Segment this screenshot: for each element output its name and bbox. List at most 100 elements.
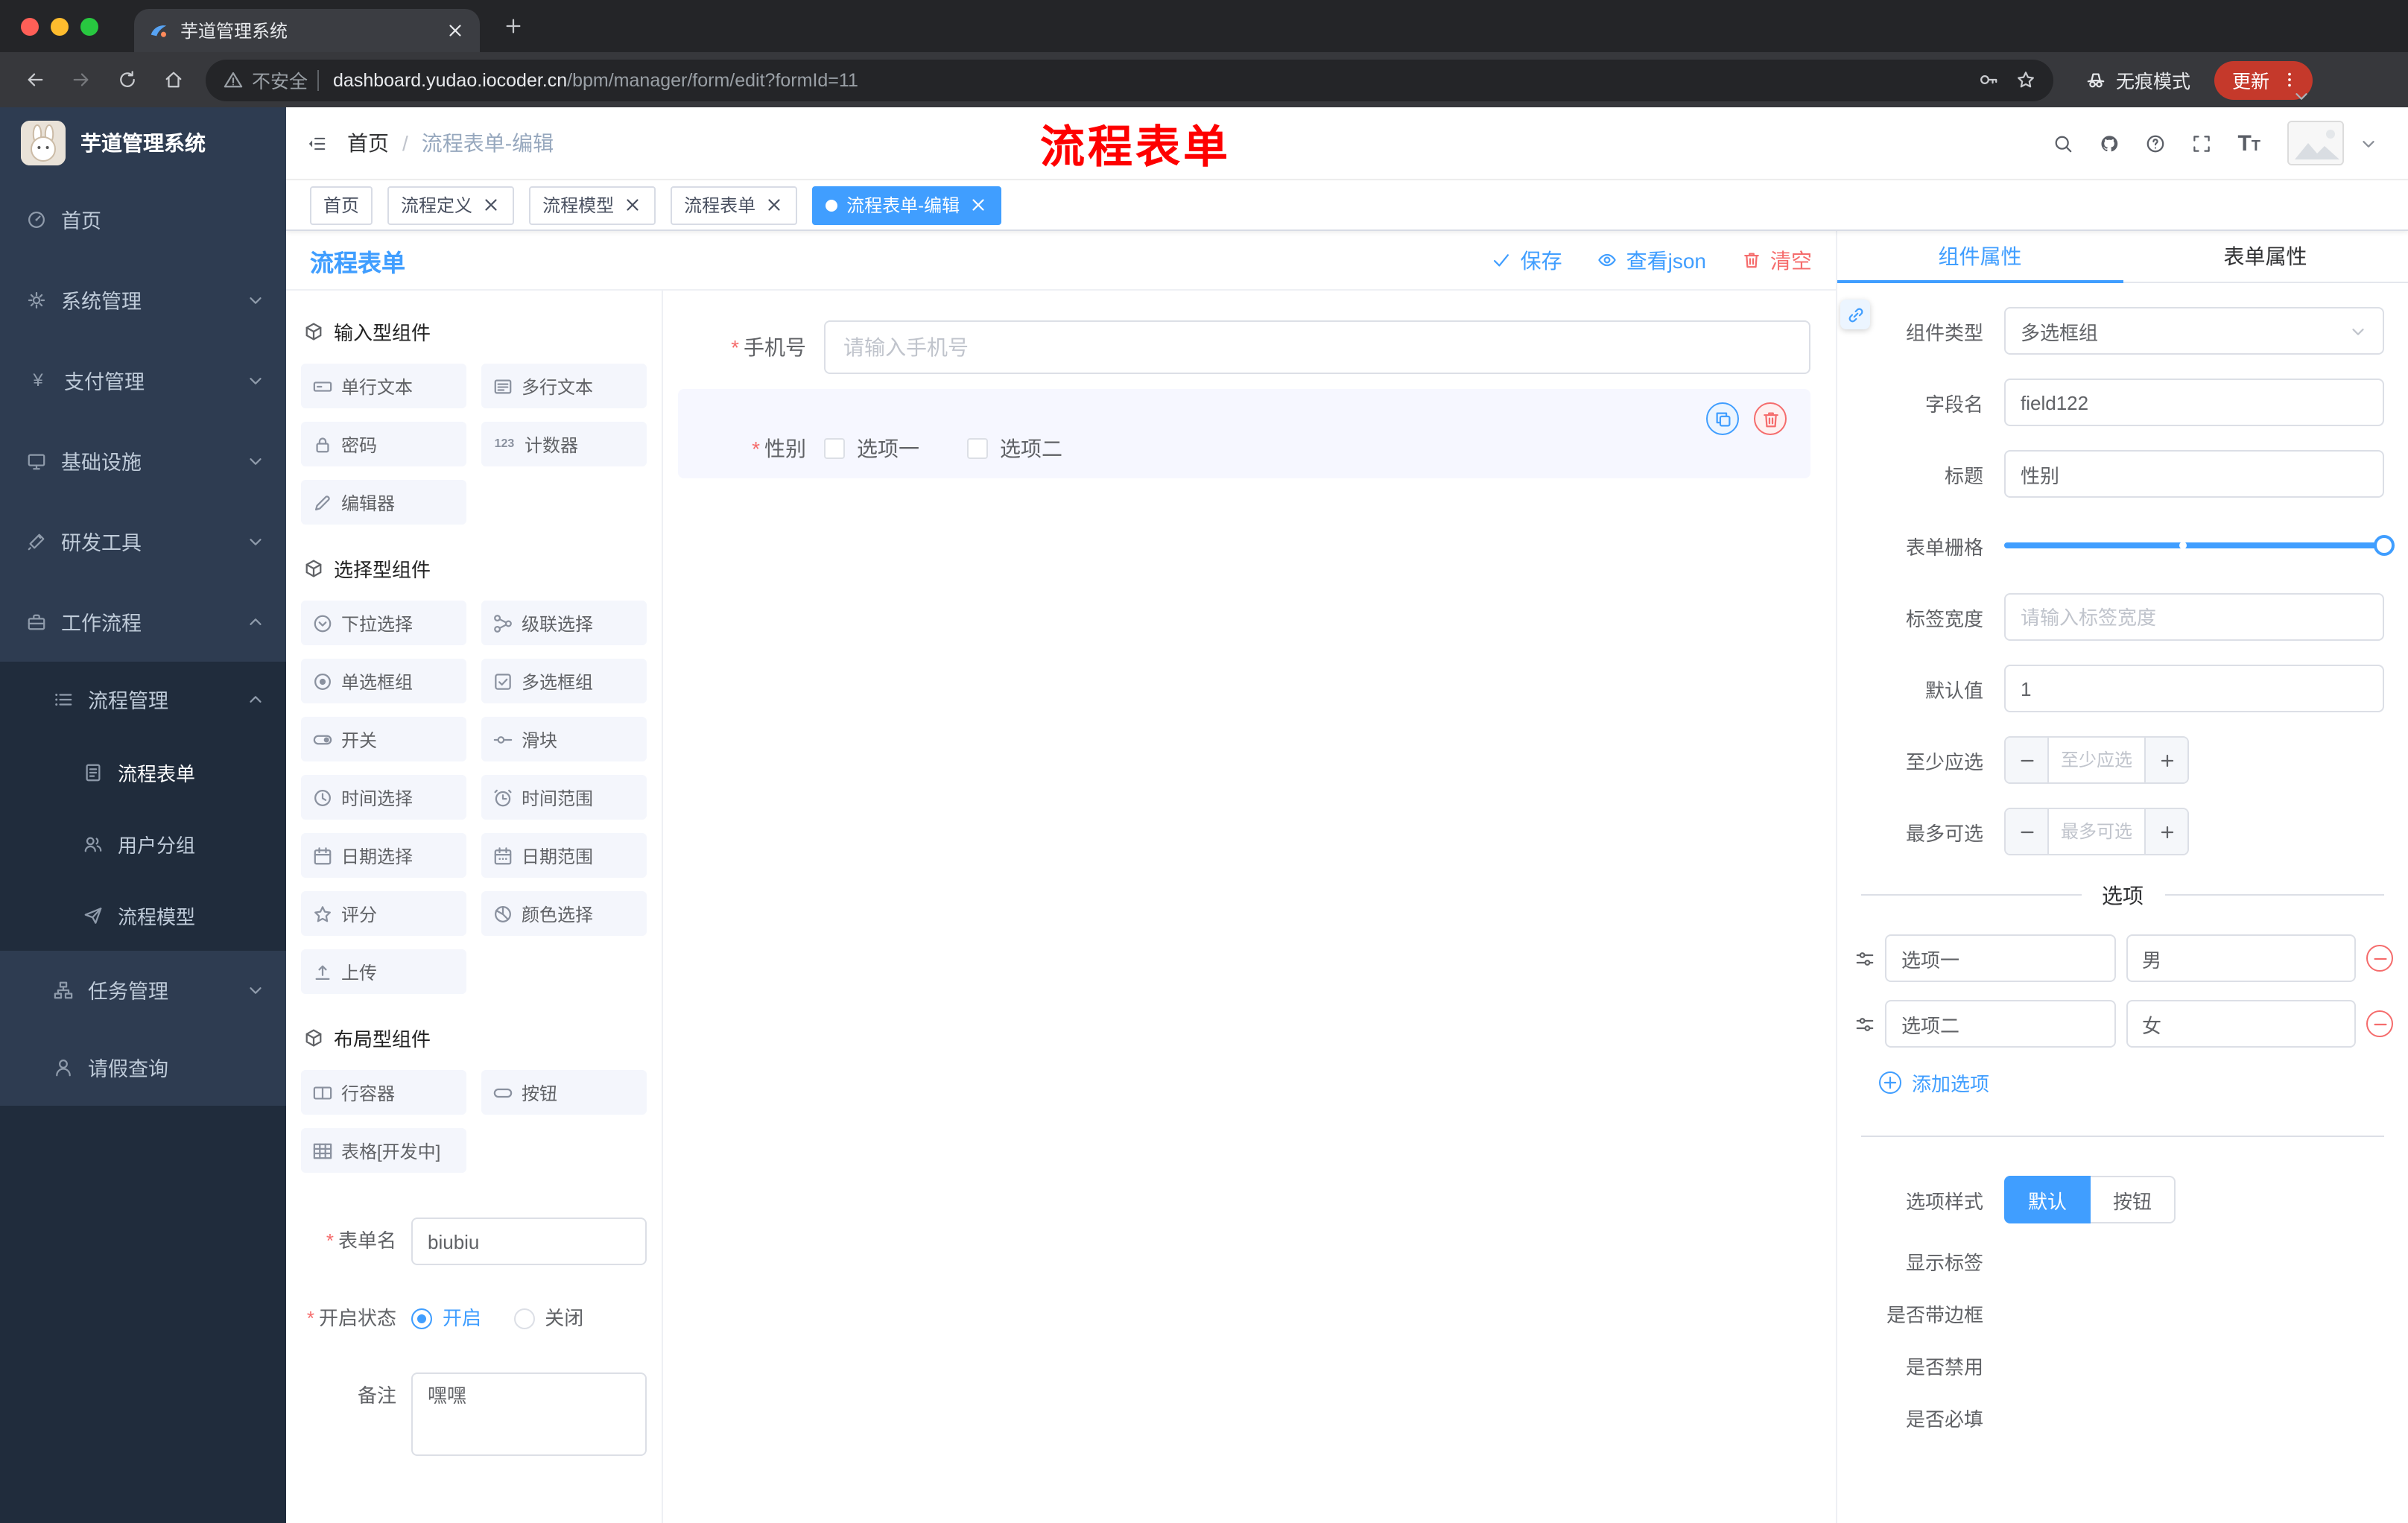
component-rate[interactable]: 评分: [301, 891, 466, 936]
sidebar-item-workflow[interactable]: 工作流程: [0, 581, 286, 662]
sidebar-item-process-form[interactable]: 流程表单: [0, 736, 286, 808]
forward-button[interactable]: [61, 60, 101, 100]
reload-button[interactable]: [107, 60, 148, 100]
component-row-container[interactable]: 行容器: [301, 1070, 466, 1115]
tag-close-icon[interactable]: [764, 195, 784, 215]
slider-track[interactable]: [2004, 535, 2395, 556]
decrease-button[interactable]: [2006, 809, 2049, 854]
component-date-picker[interactable]: 日期选择: [301, 833, 466, 878]
max-select-input[interactable]: [2049, 809, 2144, 854]
component-button[interactable]: 按钮: [481, 1070, 647, 1115]
increase-button[interactable]: [2144, 809, 2187, 854]
tag-home[interactable]: 首页: [310, 186, 373, 224]
window-zoom-button[interactable]: [80, 17, 98, 35]
tag-close-icon[interactable]: [623, 195, 642, 215]
component-table[interactable]: 表格[开发中]: [301, 1128, 466, 1173]
fullscreen-icon[interactable]: [2191, 133, 2211, 153]
window-close-button[interactable]: [21, 17, 39, 35]
address-bar[interactable]: 不安全 dashboard.yudao.iocoder.cn /bpm/mana…: [206, 59, 2053, 101]
status-radio-on[interactable]: 开启: [411, 1295, 481, 1343]
checkbox-box[interactable]: [967, 438, 988, 459]
copy-field-button[interactable]: [1706, 402, 1739, 435]
option-2-name-input[interactable]: [1885, 1000, 2115, 1048]
option-1-name-input[interactable]: [1885, 934, 2115, 982]
min-select-input[interactable]: [2049, 738, 2144, 782]
remove-option-button[interactable]: [2366, 1010, 2393, 1037]
tag-process-definition[interactable]: 流程定义: [387, 186, 515, 224]
search-icon[interactable]: [2053, 133, 2072, 153]
canvas-field-gender-selected[interactable]: 性别 选项一 选项二: [678, 389, 1810, 478]
component-type-select[interactable]: 多选框组: [2004, 307, 2384, 355]
sidebar-fold-icon[interactable]: [307, 133, 326, 153]
sidebar-item-user-group[interactable]: 用户分组: [0, 808, 286, 879]
new-tab-button[interactable]: [504, 16, 523, 36]
sidebar-item-home[interactable]: 首页: [0, 179, 286, 259]
slider-handle[interactable]: [2374, 535, 2395, 556]
save-button[interactable]: 保存: [1492, 245, 1562, 275]
gender-option-1-checkbox[interactable]: 选项一: [824, 434, 919, 463]
sidebar-item-payment[interactable]: ¥ 支付管理: [0, 340, 286, 420]
breadcrumb-home[interactable]: 首页: [347, 128, 389, 158]
component-radio-group[interactable]: 单选框组: [301, 659, 466, 703]
github-icon[interactable]: [2099, 133, 2118, 153]
sidebar-logo[interactable]: 芋道管理系统: [0, 107, 286, 179]
component-multi-line-text[interactable]: 多行文本: [481, 364, 647, 408]
decrease-button[interactable]: [2006, 738, 2049, 782]
component-date-range[interactable]: 日期范围: [481, 833, 647, 878]
title-input[interactable]: [2004, 450, 2384, 498]
tab-component-properties[interactable]: 组件属性: [1837, 231, 2123, 283]
component-time-range[interactable]: 时间范围: [481, 775, 647, 820]
tag-process-form[interactable]: 流程表单: [671, 186, 798, 224]
back-button[interactable]: [15, 60, 55, 100]
form-remark-textarea[interactable]: 嘿嘿: [411, 1372, 647, 1456]
style-button-button[interactable]: 按钮: [2091, 1176, 2176, 1223]
window-minimize-button[interactable]: [51, 17, 69, 35]
label-width-input[interactable]: [2004, 593, 2384, 641]
form-grid-slider[interactable]: [2004, 522, 2395, 569]
sidebar-item-task-management[interactable]: 任务管理: [0, 951, 286, 1028]
component-switch[interactable]: 开关: [301, 717, 466, 762]
component-time-picker[interactable]: 时间选择: [301, 775, 466, 820]
form-canvas[interactable]: 手机号 性别 选项一 选项二: [663, 291, 1836, 1523]
add-option-button[interactable]: 添加选项: [1879, 1068, 2384, 1097]
clear-button[interactable]: 清空: [1742, 245, 1812, 275]
increase-button[interactable]: [2144, 738, 2187, 782]
component-cascader[interactable]: 级联选择: [481, 601, 647, 645]
sidebar-item-leave-query[interactable]: 请假查询: [0, 1028, 286, 1106]
component-upload[interactable]: 上传: [301, 949, 466, 994]
sidebar-item-infrastructure[interactable]: 基础设施: [0, 420, 286, 501]
sidebar-item-system[interactable]: 系统管理: [0, 259, 286, 340]
font-size-icon[interactable]: TT: [2237, 132, 2260, 154]
tag-close-icon[interactable]: [481, 195, 501, 215]
field-name-input[interactable]: [2004, 379, 2384, 426]
avatar[interactable]: [2287, 121, 2344, 165]
link-icon[interactable]: [1840, 300, 1870, 329]
sidebar-item-devtools[interactable]: 研发工具: [0, 501, 286, 581]
phone-field-input[interactable]: [824, 320, 1810, 374]
component-editor[interactable]: 编辑器: [301, 480, 466, 525]
help-icon[interactable]: [2145, 133, 2164, 153]
component-single-line-text[interactable]: 单行文本: [301, 364, 466, 408]
tab-form-properties[interactable]: 表单属性: [2123, 231, 2408, 282]
tab-close-icon[interactable]: [446, 21, 465, 40]
option-1-value-input[interactable]: [2126, 934, 2356, 982]
gender-option-2-checkbox[interactable]: 选项二: [967, 434, 1062, 463]
remove-option-button[interactable]: [2366, 945, 2393, 972]
tag-process-form-edit[interactable]: 流程表单-编辑: [812, 186, 1002, 224]
component-slider[interactable]: 滑块: [481, 717, 647, 762]
drag-handle-icon[interactable]: [1855, 1014, 1875, 1033]
option-2-value-input[interactable]: [2126, 1000, 2356, 1048]
component-color-picker[interactable]: 颜色选择: [481, 891, 647, 936]
security-warning-icon[interactable]: [224, 70, 243, 89]
view-json-button[interactable]: 查看json: [1598, 245, 1706, 275]
tag-process-model[interactable]: 流程模型: [529, 186, 656, 224]
toolbar-chevron-down-icon[interactable]: [2292, 86, 2311, 106]
status-radio-off[interactable]: 关闭: [513, 1295, 583, 1343]
form-name-input[interactable]: [411, 1218, 647, 1265]
drag-handle-icon[interactable]: [1855, 949, 1875, 968]
default-value-input[interactable]: [2004, 665, 2384, 712]
home-button[interactable]: [153, 60, 194, 100]
component-select[interactable]: 下拉选择: [301, 601, 466, 645]
style-default-button[interactable]: 默认: [2004, 1176, 2091, 1223]
component-password[interactable]: 密码: [301, 422, 466, 466]
